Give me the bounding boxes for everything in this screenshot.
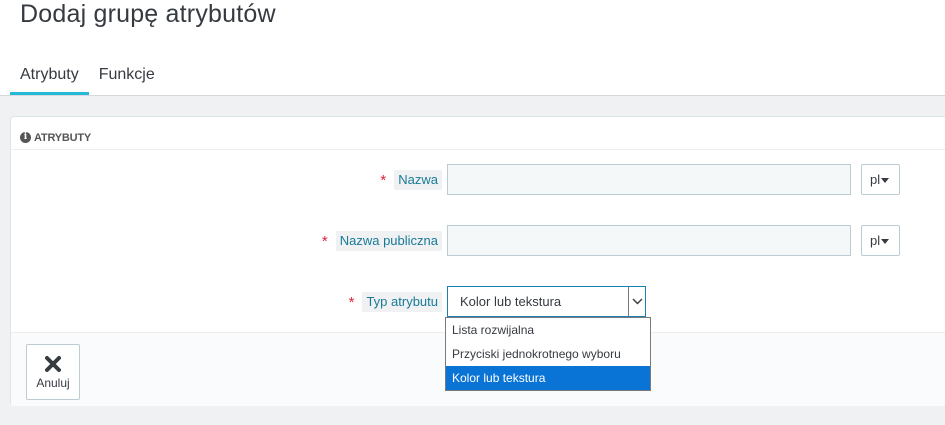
tab-atrybuty[interactable]: Atrybuty xyxy=(10,60,89,95)
type-select[interactable]: Kolor lub tekstura xyxy=(447,286,646,317)
info-icon: i xyxy=(20,132,31,143)
close-icon xyxy=(45,356,61,372)
type-label: Typ atrybutu xyxy=(362,292,442,312)
required-marker: * xyxy=(348,293,355,311)
type-row: * Typ atrybutu Kolor lub tekstura xyxy=(11,286,945,318)
caret-down-icon xyxy=(881,239,890,245)
panel-heading-title: ATRYBUTY xyxy=(34,131,92,144)
public-name-label-wrap: * Nazwa publiczna xyxy=(322,231,442,251)
name-input[interactable] xyxy=(447,164,851,195)
type-option-color-texture[interactable]: Kolor lub tekstura xyxy=(446,366,650,390)
type-label-wrap: * Typ atrybutu xyxy=(349,292,442,312)
public-name-row: * Nazwa publiczna pl xyxy=(11,225,945,257)
cancel-button[interactable]: Anuluj xyxy=(26,344,80,400)
caret-down-icon xyxy=(881,178,890,184)
page-header: Dodaj grupę atrybutów Atrybuty Funkcje xyxy=(0,0,945,96)
public-name-label: Nazwa publiczna xyxy=(335,231,442,251)
name-label: Nazwa xyxy=(394,170,442,190)
type-option-dropdown-list[interactable]: Lista rozwijalna xyxy=(446,318,650,342)
name-language-button[interactable]: pl xyxy=(861,164,900,195)
required-marker: * xyxy=(321,232,328,250)
panel-heading: i ATRYBUTY xyxy=(11,117,945,150)
type-option-radio-buttons[interactable]: Przyciski jednokrotnego wyboru xyxy=(446,342,650,366)
name-row: * Nazwa pl xyxy=(11,164,945,196)
chevron-down-icon[interactable] xyxy=(628,287,645,316)
tab-funkcje[interactable]: Funkcje xyxy=(89,60,165,95)
type-options-list: Lista rozwijalna Przyciski jednokrotnego… xyxy=(445,317,651,391)
cancel-label: Anuluj xyxy=(36,376,70,390)
public-name-input[interactable] xyxy=(447,225,851,256)
required-marker: * xyxy=(380,171,387,189)
language-code: pl xyxy=(870,233,881,248)
public-name-language-button[interactable]: pl xyxy=(861,225,900,256)
language-code: pl xyxy=(870,172,881,187)
tabs: Atrybuty Funkcje xyxy=(10,60,165,96)
page-title: Dodaj grupę atrybutów xyxy=(20,0,276,28)
type-select-value: Kolor lub tekstura xyxy=(460,294,562,309)
name-label-wrap: * Nazwa xyxy=(380,170,442,190)
